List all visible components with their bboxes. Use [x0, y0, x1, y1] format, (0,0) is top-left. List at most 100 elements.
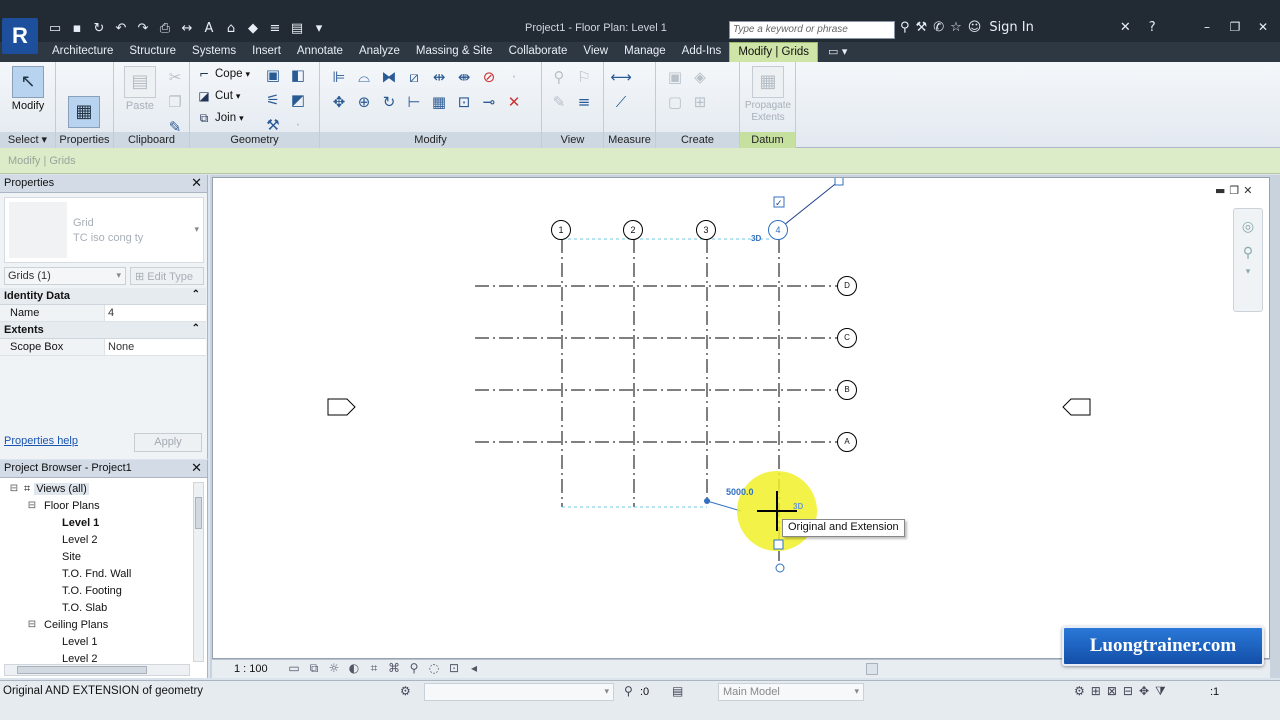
customize-qat-icon[interactable]: ▾: [310, 20, 328, 38]
tree-item[interactable]: T.O. Fnd. Wall: [0, 565, 192, 582]
zoom-icon[interactable]: ⚲: [1234, 245, 1262, 261]
close-icon[interactable]: ✕: [1243, 184, 1252, 197]
override-icon[interactable]: ⚐: [573, 66, 595, 88]
section-icon[interactable]: ◆: [244, 20, 262, 38]
drag-elements-icon[interactable]: ✥: [1139, 684, 1149, 699]
measure-icon[interactable]: ↔: [178, 20, 196, 38]
create-parts-icon[interactable]: ◈: [689, 66, 711, 88]
redo-icon[interactable]: ↷: [134, 20, 152, 38]
text-icon[interactable]: A: [200, 20, 218, 38]
instance-filter-select[interactable]: Grids (1) ▾: [4, 267, 126, 285]
chevron-down-icon[interactable]: ▾: [1234, 267, 1262, 277]
split-face-icon[interactable]: ◧: [287, 64, 309, 86]
minimize-icon[interactable]: –: [1194, 18, 1220, 36]
restore-icon[interactable]: ❐: [1229, 184, 1239, 197]
sign-in-link[interactable]: Sign In: [989, 20, 1034, 35]
collapse-toggle-icon[interactable]: ⊟: [26, 619, 38, 630]
communication-icon[interactable]: ✆: [933, 20, 944, 35]
split-gap-icon[interactable]: ⇼: [453, 66, 475, 88]
scope-box-field[interactable]: None: [104, 339, 206, 355]
help-icon[interactable]: ?: [1149, 20, 1156, 35]
close-icon[interactable]: ✕: [191, 176, 202, 191]
tree-item[interactable]: Level 2: [0, 531, 192, 548]
3d-extent-toggle[interactable]: 3D: [751, 234, 761, 243]
select-pinned-icon[interactable]: ⊠: [1107, 684, 1117, 699]
design-option-select[interactable]: Main Model ▾: [718, 683, 864, 701]
tab-massing-site[interactable]: Massing & Site: [408, 42, 501, 62]
grid-bubble-1[interactable]: 1: [551, 220, 571, 240]
select-panel-label[interactable]: Select ▾: [0, 132, 55, 148]
end-grip-icon[interactable]: [775, 563, 785, 573]
drag-grip-icon[interactable]: [704, 498, 710, 504]
floor-plan-drawing[interactable]: ✓: [213, 178, 1269, 658]
visual-style-icon[interactable]: ⧉: [306, 661, 322, 676]
grid-bubble-d[interactable]: D: [837, 276, 857, 296]
offset-icon[interactable]: ⌓: [353, 66, 375, 88]
subscription-icon[interactable]: ⚒: [916, 20, 928, 35]
select-links-icon[interactable]: ⚙: [1074, 684, 1085, 699]
detail-level-icon[interactable]: ▭: [286, 661, 302, 676]
hide-icon[interactable]: ⚲: [548, 66, 570, 88]
editing-requests-icon[interactable]: ⚲: [624, 684, 633, 698]
design-options-icon[interactable]: ▤: [672, 684, 683, 698]
elevation-marker-east[interactable]: [1062, 398, 1091, 416]
tree-item[interactable]: T.O. Footing: [0, 582, 192, 599]
tab-annotate[interactable]: Annotate: [289, 42, 351, 62]
tree-item[interactable]: Level 2: [0, 650, 192, 665]
close-icon[interactable]: ✕: [1250, 18, 1276, 36]
application-menu-button[interactable]: R: [2, 18, 38, 54]
override-graphics-icon[interactable]: ≡: [573, 91, 595, 113]
modify-button[interactable]: ↖ Modify: [8, 66, 48, 112]
restore-icon[interactable]: ❐: [1222, 18, 1248, 36]
3d-view-icon[interactable]: ⌂: [222, 20, 240, 38]
copy-modify-icon[interactable]: ⊕: [353, 91, 375, 113]
print-icon[interactable]: ⎙: [156, 20, 174, 38]
collapse-icon[interactable]: ⌃: [192, 289, 200, 300]
create-assembly-icon[interactable]: ▣: [664, 66, 686, 88]
tab-structure[interactable]: Structure: [121, 42, 184, 62]
align-icon[interactable]: ⊫: [328, 66, 350, 88]
split-icon[interactable]: ⇹: [428, 66, 450, 88]
tree-item[interactable]: ⊟ Ceiling Plans: [0, 616, 192, 633]
search-input[interactable]: Type a keyword or phrase: [729, 21, 895, 39]
reveal-hidden-icon[interactable]: ◌: [426, 661, 442, 676]
array-icon[interactable]: ▦: [428, 91, 450, 113]
open-icon[interactable]: ▭: [46, 20, 64, 38]
grid-bubble-b[interactable]: B: [837, 380, 857, 400]
pin-icon[interactable]: ⊸: [478, 91, 500, 113]
cut-button[interactable]: ◪ Cut ▾: [196, 88, 240, 104]
similar-icon[interactable]: ⊞: [689, 91, 711, 113]
canvas-horizontal-scroll-thumb[interactable]: [866, 663, 878, 675]
filter-icon[interactable]: ⧩: [1155, 684, 1166, 699]
grid-bubble-3[interactable]: 3: [696, 220, 716, 240]
exchange-icon[interactable]: ✕: [1120, 20, 1131, 35]
tree-item[interactable]: Level 1: [0, 633, 192, 650]
user-icon[interactable]: ☺: [968, 20, 982, 35]
thin-lines-icon[interactable]: ≡: [266, 20, 284, 38]
elevation-marker-west[interactable]: [327, 398, 356, 416]
collapse-icon[interactable]: ⌃: [192, 323, 200, 334]
steering-wheel-icon[interactable]: ◎: [1234, 219, 1262, 235]
linework-icon[interactable]: ✎: [548, 91, 570, 113]
workset-select[interactable]: ▾: [424, 683, 614, 701]
delete-icon[interactable]: ✕: [503, 91, 525, 113]
scale-icon[interactable]: ⊡: [453, 91, 475, 113]
browser-horizontal-scrollbar[interactable]: [4, 664, 190, 676]
sync-icon[interactable]: ↻: [90, 20, 108, 38]
scroll-left-icon[interactable]: ◂: [466, 661, 482, 676]
show-crop-icon[interactable]: ⌘: [386, 661, 402, 676]
tree-item[interactable]: ⊟ Floor Plans: [0, 497, 192, 514]
mirror-axis-icon[interactable]: ⧓: [378, 66, 400, 88]
propagate-extents-button[interactable]: ▦ Propagate Extents: [744, 66, 792, 124]
ribbon-minimize-icon[interactable]: ▭ ▾: [818, 42, 857, 62]
cope-button[interactable]: ⌐ Cope ▾: [196, 66, 250, 82]
mirror-draw-icon[interactable]: ⧄: [403, 66, 425, 88]
type-selector[interactable]: Grid TC iso cong ty ▾: [4, 197, 204, 263]
analytical-model-icon[interactable]: ⊡: [446, 661, 462, 676]
browser-vertical-scrollbar[interactable]: [193, 482, 204, 662]
prop-group-identity-data[interactable]: Identity Data ⌃: [0, 288, 206, 305]
tree-item[interactable]: Site: [0, 548, 192, 565]
join-button[interactable]: ⧉ Join ▾: [196, 110, 244, 126]
select-underlay-icon[interactable]: ⊞: [1091, 684, 1101, 699]
remove-paint-icon[interactable]: ◩: [287, 89, 309, 111]
